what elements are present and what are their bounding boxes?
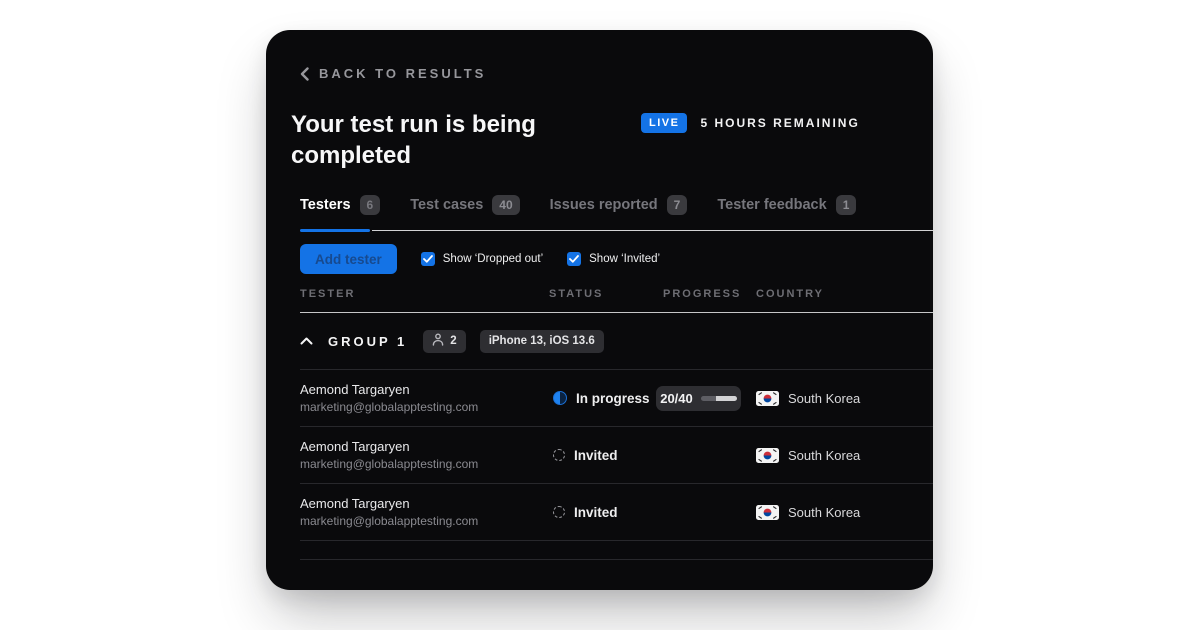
dashed-circle-icon (553, 506, 565, 518)
country-label: South Korea (788, 505, 860, 520)
time-remaining-label: 5 HOURS REMAINING (700, 116, 859, 130)
progress-value: 20/40 (660, 391, 693, 406)
table-header-row: TESTER STATUS PROGRESS COUNTRY (300, 288, 933, 313)
live-status: LIVE 5 HOURS REMAINING (641, 113, 860, 133)
column-header-progress: PROGRESS (663, 288, 756, 300)
tester-cell: Aemond Targaryen marketing@globalapptest… (300, 496, 549, 528)
back-to-results-label: BACK TO RESULTS (319, 66, 486, 81)
country-cell: South Korea (756, 505, 933, 520)
south-korea-flag-icon (756, 448, 779, 463)
progress-pill: 20/40 (656, 386, 741, 411)
status-label: In progress (576, 391, 650, 406)
country-label: South Korea (788, 448, 860, 463)
tab-divider-line (372, 230, 933, 231)
test-run-card: BACK TO RESULTS Your test run is being c… (266, 30, 933, 590)
chevron-up-icon[interactable] (300, 337, 313, 345)
tester-name: Aemond Targaryen (300, 382, 549, 397)
group-member-count-chip: 2 (423, 330, 465, 353)
tester-email: marketing@globalapptesting.com (300, 457, 549, 471)
group-device-chip: iPhone 13, iOS 13.6 (480, 330, 604, 353)
next-row-edge (300, 541, 933, 560)
country-label: South Korea (788, 391, 860, 406)
south-korea-flag-icon (756, 505, 779, 520)
back-to-results-link[interactable]: BACK TO RESULTS (300, 66, 933, 81)
half-filled-circle-icon (553, 391, 567, 405)
show-dropped-out-checkbox[interactable]: Show ‘Dropped out’ (421, 252, 543, 266)
column-header-status: STATUS (549, 288, 663, 300)
show-invited-label: Show ‘Invited’ (589, 253, 660, 265)
tester-cell: Aemond Targaryen marketing@globalapptest… (300, 382, 549, 414)
tab-test-cases-count-badge: 40 (492, 195, 519, 215)
status-label: Invited (574, 448, 618, 463)
tester-cell: Aemond Targaryen marketing@globalapptest… (300, 439, 549, 471)
checkbox-checked-icon (567, 252, 581, 266)
page-title: Your test run is being completed (291, 109, 581, 171)
toolbar: Add tester Show ‘Dropped out’ Show ‘Invi… (300, 244, 933, 274)
country-cell: South Korea (756, 391, 933, 406)
status-cell: Invited (549, 505, 663, 520)
add-tester-button[interactable]: Add tester (300, 244, 397, 274)
country-cell: South Korea (756, 448, 933, 463)
show-dropped-out-label: Show ‘Dropped out’ (443, 253, 543, 265)
tester-row[interactable]: Aemond Targaryen marketing@globalapptest… (300, 427, 933, 484)
person-icon (432, 333, 444, 349)
checkbox-checked-icon (421, 252, 435, 266)
tester-row[interactable]: Aemond Targaryen marketing@globalapptest… (300, 370, 933, 427)
tab-issues-reported[interactable]: Issues reported 7 (550, 195, 688, 215)
tab-test-cases[interactable]: Test cases 40 (410, 195, 519, 215)
header: Your test run is being completed LIVE 5 … (291, 109, 933, 171)
status-cell: Invited (549, 448, 663, 463)
tab-issues-reported-count-badge: 7 (667, 195, 688, 215)
tab-issues-reported-label: Issues reported (550, 197, 658, 213)
show-invited-checkbox[interactable]: Show ‘Invited’ (567, 252, 660, 266)
progress-cell: 20/40 (663, 386, 756, 411)
tester-email: marketing@globalapptesting.com (300, 400, 549, 414)
group-label: GROUP 1 (328, 334, 407, 349)
south-korea-flag-icon (756, 391, 779, 406)
status-cell: In progress (549, 391, 663, 406)
progress-bar (701, 396, 737, 401)
column-header-country: COUNTRY (756, 288, 933, 300)
tester-name: Aemond Targaryen (300, 439, 549, 454)
column-header-tester: TESTER (300, 288, 549, 300)
group-member-count: 2 (450, 335, 456, 347)
group-header-row[interactable]: GROUP 1 2 iPhone 13, iOS 13.6 (300, 313, 933, 370)
active-tab-indicator (300, 229, 370, 232)
live-badge: LIVE (641, 113, 687, 133)
tab-testers-label: Testers (300, 197, 351, 213)
tab-tester-feedback[interactable]: Tester feedback 1 (717, 195, 856, 215)
tab-tester-feedback-count-badge: 1 (836, 195, 857, 215)
tab-testers[interactable]: Testers 6 (300, 195, 380, 215)
tab-bar: Testers 6 Test cases 40 Issues reported … (266, 195, 933, 232)
status-label: Invited (574, 505, 618, 520)
tab-testers-count-badge: 6 (360, 195, 381, 215)
dashed-circle-icon (553, 449, 565, 461)
tester-name: Aemond Targaryen (300, 496, 549, 511)
tab-tester-feedback-label: Tester feedback (717, 197, 826, 213)
tester-row[interactable]: Aemond Targaryen marketing@globalapptest… (300, 484, 933, 541)
tester-email: marketing@globalapptesting.com (300, 514, 549, 528)
chevron-left-icon (300, 67, 309, 81)
tab-test-cases-label: Test cases (410, 197, 483, 213)
